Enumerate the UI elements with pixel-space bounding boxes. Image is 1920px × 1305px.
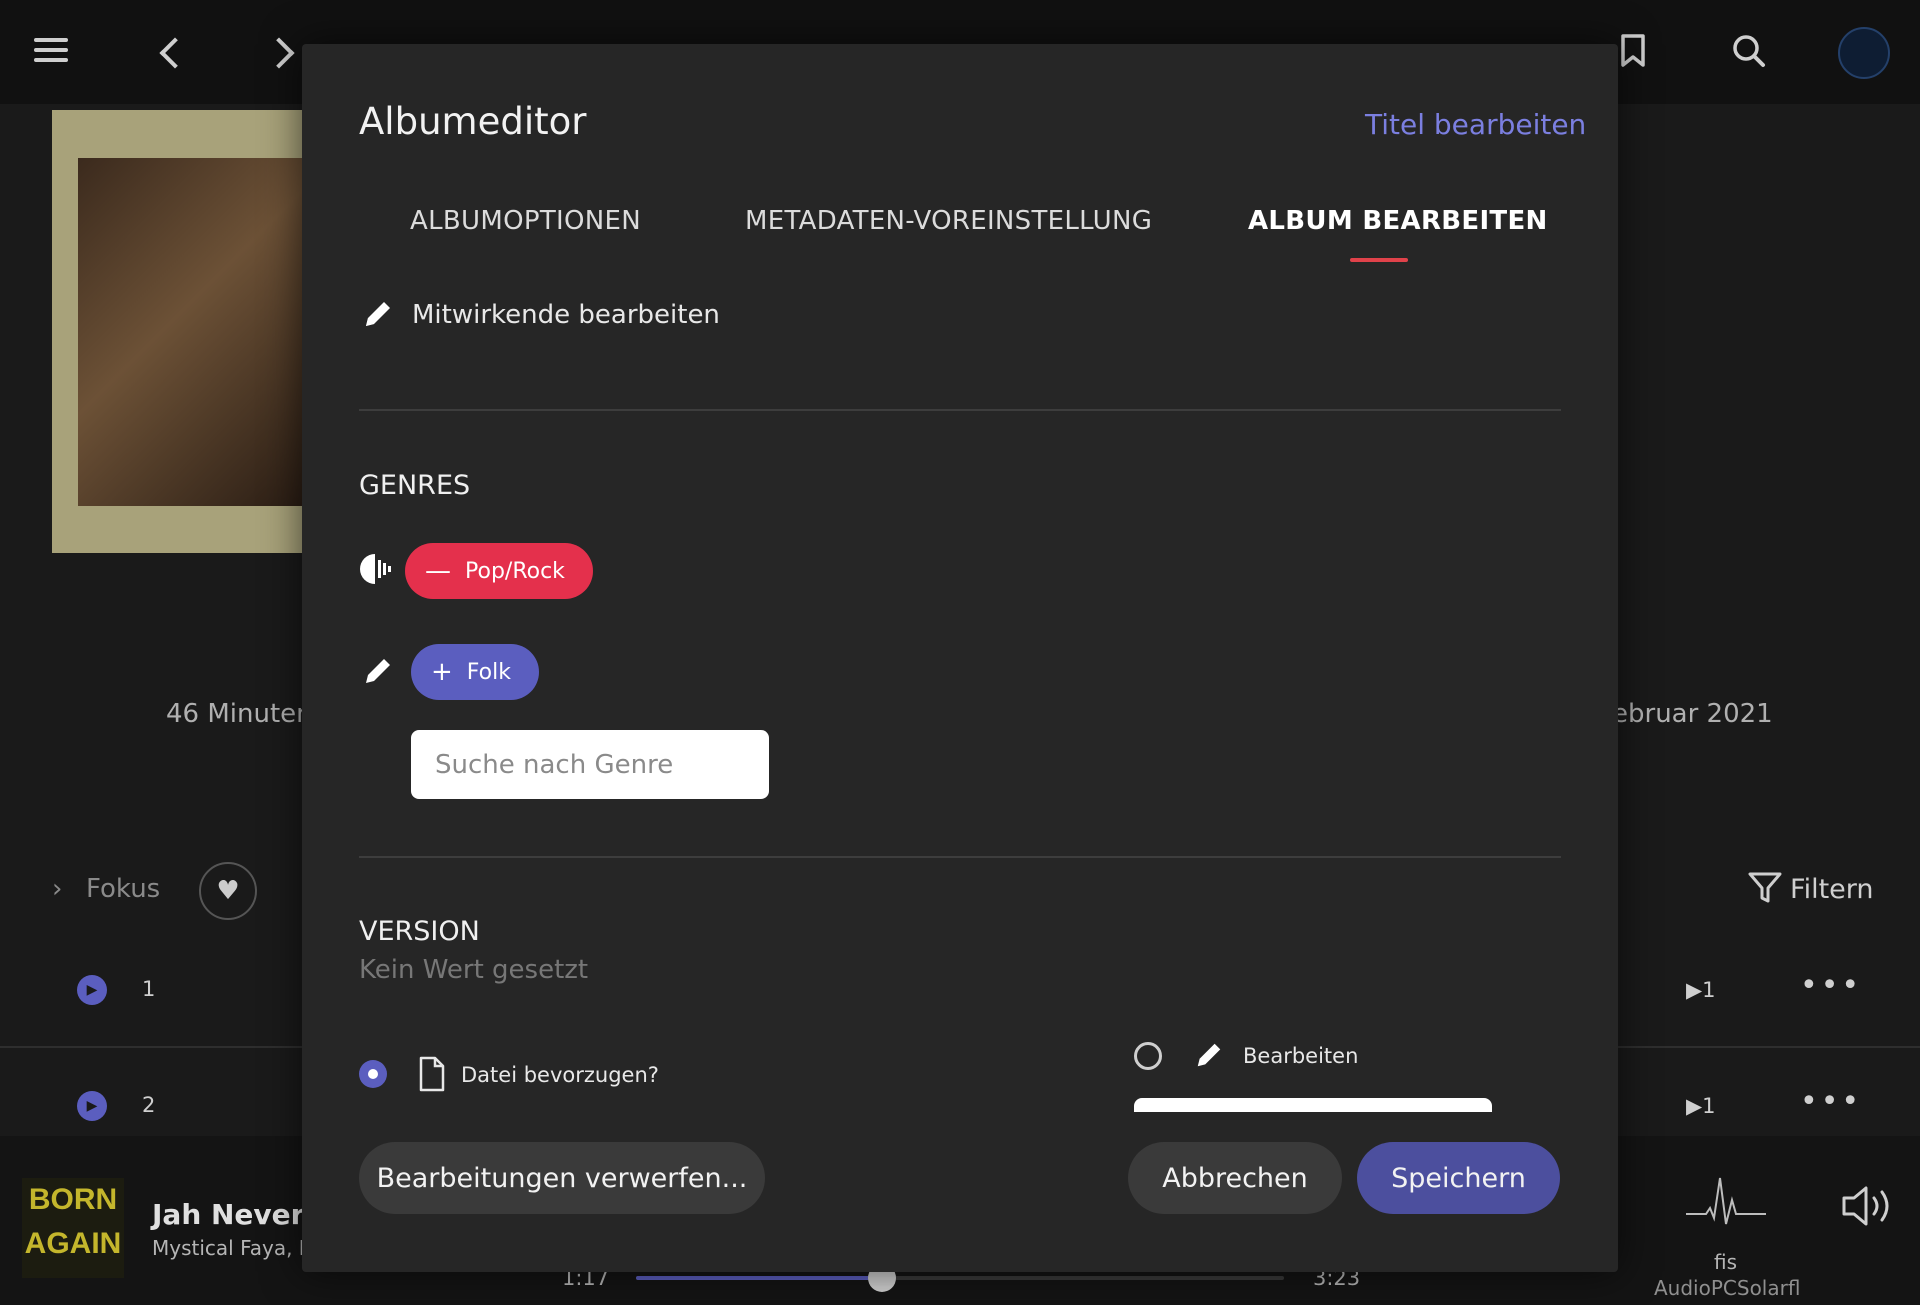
track-number: 2 (142, 1093, 156, 1117)
bookmark-icon[interactable] (1620, 34, 1646, 72)
hamburger-menu-icon[interactable] (34, 32, 68, 68)
genre-chip-label: Folk (466, 659, 511, 685)
device-name: fis (1714, 1250, 1738, 1274)
device-zone[interactable]: AudioPCSolarfl (1654, 1276, 1800, 1300)
more-options-icon[interactable]: ••• (1800, 968, 1862, 1003)
section-divider (359, 856, 1561, 858)
pencil-icon[interactable] (362, 298, 394, 334)
genre-chip-add[interactable]: + Folk (411, 644, 539, 700)
album-date: ebruar 2021 (1612, 699, 1773, 729)
prefer-file-label[interactable]: Datei bevorzugen? (461, 1063, 659, 1087)
track-number: 1 (142, 977, 156, 1001)
pencil-icon (362, 655, 394, 691)
track-artist[interactable]: Mystical Faya, M (152, 1236, 316, 1260)
tab-metadata-presets[interactable]: METADATEN-VOREINSTELLUNG (745, 206, 1152, 236)
progress-fill (636, 1276, 883, 1280)
minus-icon: — (425, 556, 451, 586)
filter-button[interactable]: Filtern (1790, 874, 1874, 905)
volume-icon[interactable] (1840, 1184, 1896, 1232)
focus-chevron-icon[interactable]: › (52, 874, 62, 904)
cancel-button[interactable]: Abbrechen (1128, 1142, 1342, 1214)
dialog-title: Albumeditor (359, 100, 587, 143)
genre-chip-label: Pop/Rock (465, 558, 565, 584)
album-cover-photo (78, 158, 302, 506)
now-playing-cover[interactable]: BORN AGAIN (22, 1178, 124, 1278)
waveform-icon (1684, 1174, 1768, 1234)
version-value: Kein Wert gesetzt (359, 955, 589, 985)
genre-chip-remove[interactable]: — Pop/Rock (405, 543, 593, 599)
edit-tracks-link[interactable]: Titel bearbeiten (1365, 108, 1586, 141)
play-count: ▶1 (1686, 978, 1716, 1002)
edit-version-radio[interactable] (1134, 1042, 1162, 1070)
heart-icon[interactable]: ♥ (199, 862, 257, 920)
version-heading: VERSION (359, 916, 480, 947)
edit-version-label[interactable]: Bearbeiten (1243, 1044, 1358, 1068)
search-icon[interactable] (1732, 34, 1766, 72)
active-tab-indicator (1350, 258, 1408, 262)
tab-album-options[interactable]: ALBUMOPTIONEN (410, 206, 641, 236)
section-divider (359, 409, 1561, 411)
album-duration: 46 Minuten (166, 699, 313, 729)
filter-icon[interactable] (1748, 872, 1782, 908)
file-icon (418, 1056, 446, 1096)
genre-search-input[interactable] (411, 730, 769, 799)
genre-source-icon (358, 552, 392, 590)
scroll-fade (302, 1112, 1618, 1142)
save-button[interactable]: Speichern (1357, 1142, 1560, 1214)
edit-contributors-button[interactable]: Mitwirkende bearbeiten (412, 300, 720, 330)
play-count: ▶1 (1686, 1094, 1716, 1118)
more-options-icon[interactable]: ••• (1800, 1084, 1862, 1119)
version-input[interactable] (1134, 1098, 1492, 1112)
play-track-1-icon[interactable]: ▶ (77, 975, 107, 1005)
plus-icon: + (431, 657, 453, 687)
prefer-file-radio[interactable] (359, 1060, 387, 1088)
discard-edits-button[interactable]: Bearbeitungen verwerfen... (359, 1142, 765, 1214)
focus-button[interactable]: Fokus (86, 874, 160, 904)
play-track-2-icon[interactable]: ▶ (77, 1091, 107, 1121)
tab-edit-album[interactable]: ALBUM BEARBEITEN (1248, 206, 1548, 236)
avatar[interactable] (1838, 27, 1890, 79)
pencil-icon (1194, 1040, 1224, 1074)
genres-heading: GENRES (359, 470, 471, 501)
